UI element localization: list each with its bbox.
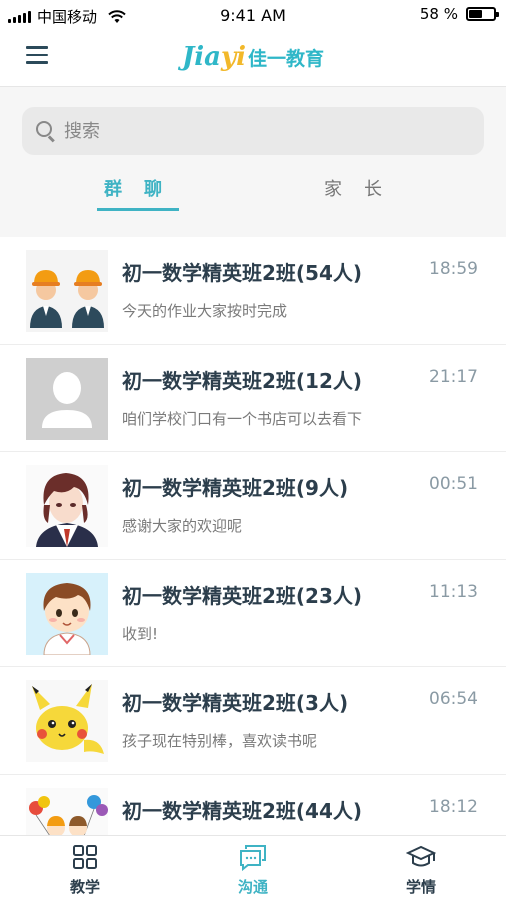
- chat-tabs: 群聊 家长: [0, 175, 506, 215]
- cartoon-boy-avatar: [26, 572, 108, 655]
- search-icon: [36, 121, 56, 141]
- anime-boy-avatar: [26, 465, 108, 547]
- chat-time: 18:59: [429, 259, 478, 279]
- chat-time: 00:51: [429, 474, 478, 494]
- tab-group-chat[interactable]: 群聊: [104, 175, 184, 201]
- status-right: 58 %: [419, 5, 499, 23]
- chat-last-message: 孩子现在特别棒，喜欢读书呢: [122, 732, 318, 750]
- search-input[interactable]: [62, 119, 446, 143]
- active-tab-indicator: [97, 208, 179, 211]
- chat-title: 初一数学精英班2班(54人): [122, 261, 363, 285]
- chat-title: 初一数学精英班2班(12人): [122, 368, 363, 393]
- pikachu-avatar: [26, 680, 108, 762]
- bottom-tab-label: 沟通: [237, 878, 268, 896]
- chat-title: 初一数学精英班2班(23人): [122, 583, 363, 608]
- chat-list-item[interactable]: 初一数学精英班2班(3人) 06:54 孩子现在特别棒，喜欢读书呢: [0, 667, 506, 775]
- logo-latin: Jiayi: [181, 42, 246, 72]
- battery-percent: 58 %: [419, 5, 458, 23]
- chat-last-message: 咱们学校门口有一个书店可以去看下: [122, 409, 363, 428]
- chat-list-item[interactable]: 初一数学精英班2班(54人) 18:59 今天的作业大家按时完成: [0, 237, 506, 345]
- chat-last-message: 收到!: [122, 624, 159, 643]
- chat-last-message: 今天的作业大家按时完成: [122, 302, 288, 320]
- chat-last-message: 感谢大家的欢迎呢: [122, 517, 243, 535]
- chat-list-item[interactable]: 初一数学精英班2班(44人) 18:12: [0, 775, 506, 835]
- chat-list-item[interactable]: 初一数学精英班2班(12人) 21:17 咱们学校门口有一个书店可以去看下: [0, 345, 506, 452]
- chat-title: 初一数学精英班2班(3人): [122, 691, 349, 715]
- two-workers-avatar: [26, 250, 108, 332]
- chat-time: 11:13: [429, 581, 478, 602]
- graduation-cap-icon: [406, 845, 436, 867]
- chat-list-item[interactable]: 初一数学精英班2班(9人) 00:51 感谢大家的欢迎呢: [0, 452, 506, 560]
- battery-icon: [466, 7, 499, 21]
- chat-time: 21:17: [429, 366, 478, 387]
- nav-bar: Jiayi 佳一教育: [0, 30, 506, 87]
- app-logo: Jiayi 佳一教育: [0, 42, 506, 72]
- status-bar: 中国移动 9:41 AM 58 %: [0, 0, 506, 30]
- chat-title: 初一数学精英班2班(44人): [122, 798, 363, 823]
- bottom-tab-teaching[interactable]: 教学: [25, 842, 145, 897]
- kids-balloons-avatar: [26, 787, 108, 835]
- bottom-tab-label: 教学: [69, 878, 100, 896]
- bottom-tab-communication[interactable]: 沟通: [193, 842, 313, 897]
- bottom-tab-bar: 教学 沟通 学情: [0, 835, 506, 901]
- chat-time: 06:54: [429, 689, 478, 709]
- bottom-tab-learning-status[interactable]: 学情: [361, 842, 481, 897]
- grid-icon: [73, 845, 97, 869]
- search-area: 群聊 家长: [0, 87, 506, 237]
- chat-icon: [240, 845, 266, 871]
- search-box[interactable]: [22, 107, 484, 155]
- chat-list-item[interactable]: 初一数学精英班2班(23人) 11:13 收到!: [0, 560, 506, 667]
- chat-time: 18:12: [429, 796, 478, 817]
- logo-chinese: 佳一教育: [248, 48, 325, 70]
- default-user-avatar: [26, 357, 108, 440]
- bottom-tab-label: 学情: [405, 878, 436, 896]
- tab-parents[interactable]: 家长: [324, 175, 404, 201]
- chat-list: 初一数学精英班2班(54人) 18:59 今天的作业大家按时完成 初一数学精英班…: [0, 237, 506, 835]
- chat-title: 初一数学精英班2班(9人): [122, 476, 349, 500]
